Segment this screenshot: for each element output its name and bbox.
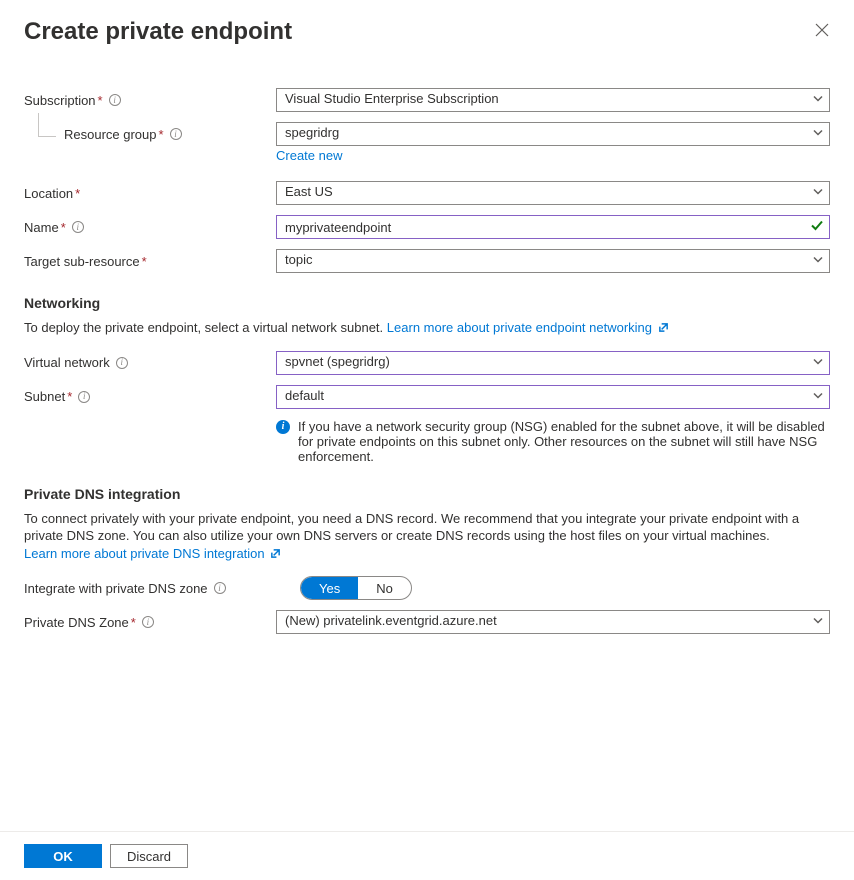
virtual-network-label: Virtual network i — [24, 355, 276, 370]
check-icon — [810, 219, 824, 236]
private-dns-zone-select[interactable]: (New) privatelink.eventgrid.azure.net — [276, 610, 830, 634]
discard-button[interactable]: Discard — [110, 844, 188, 868]
info-icon[interactable]: i — [72, 221, 84, 233]
networking-section-title: Networking — [24, 295, 830, 311]
name-input[interactable] — [276, 215, 830, 239]
resource-group-select[interactable]: spegridrg — [276, 122, 830, 146]
resource-group-label: Resource group* i — [24, 127, 276, 142]
ok-button[interactable]: OK — [24, 844, 102, 868]
page-title: Create private endpoint — [24, 18, 292, 46]
create-private-endpoint-panel: Create private endpoint Subscription* i … — [0, 0, 854, 880]
integrate-dns-label: Integrate with private DNS zone i — [24, 581, 300, 596]
panel-footer: OK Discard — [0, 831, 854, 880]
networking-description: To deploy the private endpoint, select a… — [24, 319, 830, 337]
dns-description: To connect privately with your private e… — [24, 510, 830, 563]
info-icon[interactable]: i — [78, 391, 90, 403]
info-icon[interactable]: i — [214, 582, 226, 594]
toggle-yes[interactable]: Yes — [301, 577, 358, 599]
integrate-dns-toggle[interactable]: Yes No — [300, 576, 412, 600]
location-label: Location* — [24, 186, 276, 201]
subnet-select[interactable]: default — [276, 385, 830, 409]
external-link-icon — [270, 548, 281, 559]
create-new-resource-group-link[interactable]: Create new — [276, 148, 830, 163]
nsg-info-banner: i If you have a network security group (… — [276, 419, 830, 464]
external-link-icon — [658, 322, 669, 333]
info-icon[interactable]: i — [142, 616, 154, 628]
subnet-label: Subnet* i — [24, 389, 276, 404]
name-label: Name* i — [24, 220, 276, 235]
info-icon: i — [276, 420, 290, 434]
info-icon[interactable]: i — [109, 94, 121, 106]
info-icon[interactable]: i — [170, 128, 182, 140]
subscription-select[interactable]: Visual Studio Enterprise Subscription — [276, 88, 830, 112]
subscription-label: Subscription* i — [24, 93, 276, 108]
target-sub-resource-select[interactable]: topic — [276, 249, 830, 273]
close-button[interactable] — [814, 22, 830, 38]
dns-learn-more-link[interactable]: Learn more about private DNS integration — [24, 546, 281, 561]
virtual-network-select[interactable]: spvnet (spegridrg) — [276, 351, 830, 375]
dns-section-title: Private DNS integration — [24, 486, 830, 502]
private-dns-zone-label: Private DNS Zone* i — [24, 615, 276, 630]
tree-connector-icon — [38, 113, 56, 137]
toggle-no[interactable]: No — [358, 577, 411, 599]
target-sub-resource-label: Target sub-resource* — [24, 254, 276, 269]
networking-learn-more-link[interactable]: Learn more about private endpoint networ… — [387, 320, 669, 335]
panel-header: Create private endpoint — [24, 18, 830, 46]
location-select[interactable]: East US — [276, 181, 830, 205]
info-icon[interactable]: i — [116, 357, 128, 369]
